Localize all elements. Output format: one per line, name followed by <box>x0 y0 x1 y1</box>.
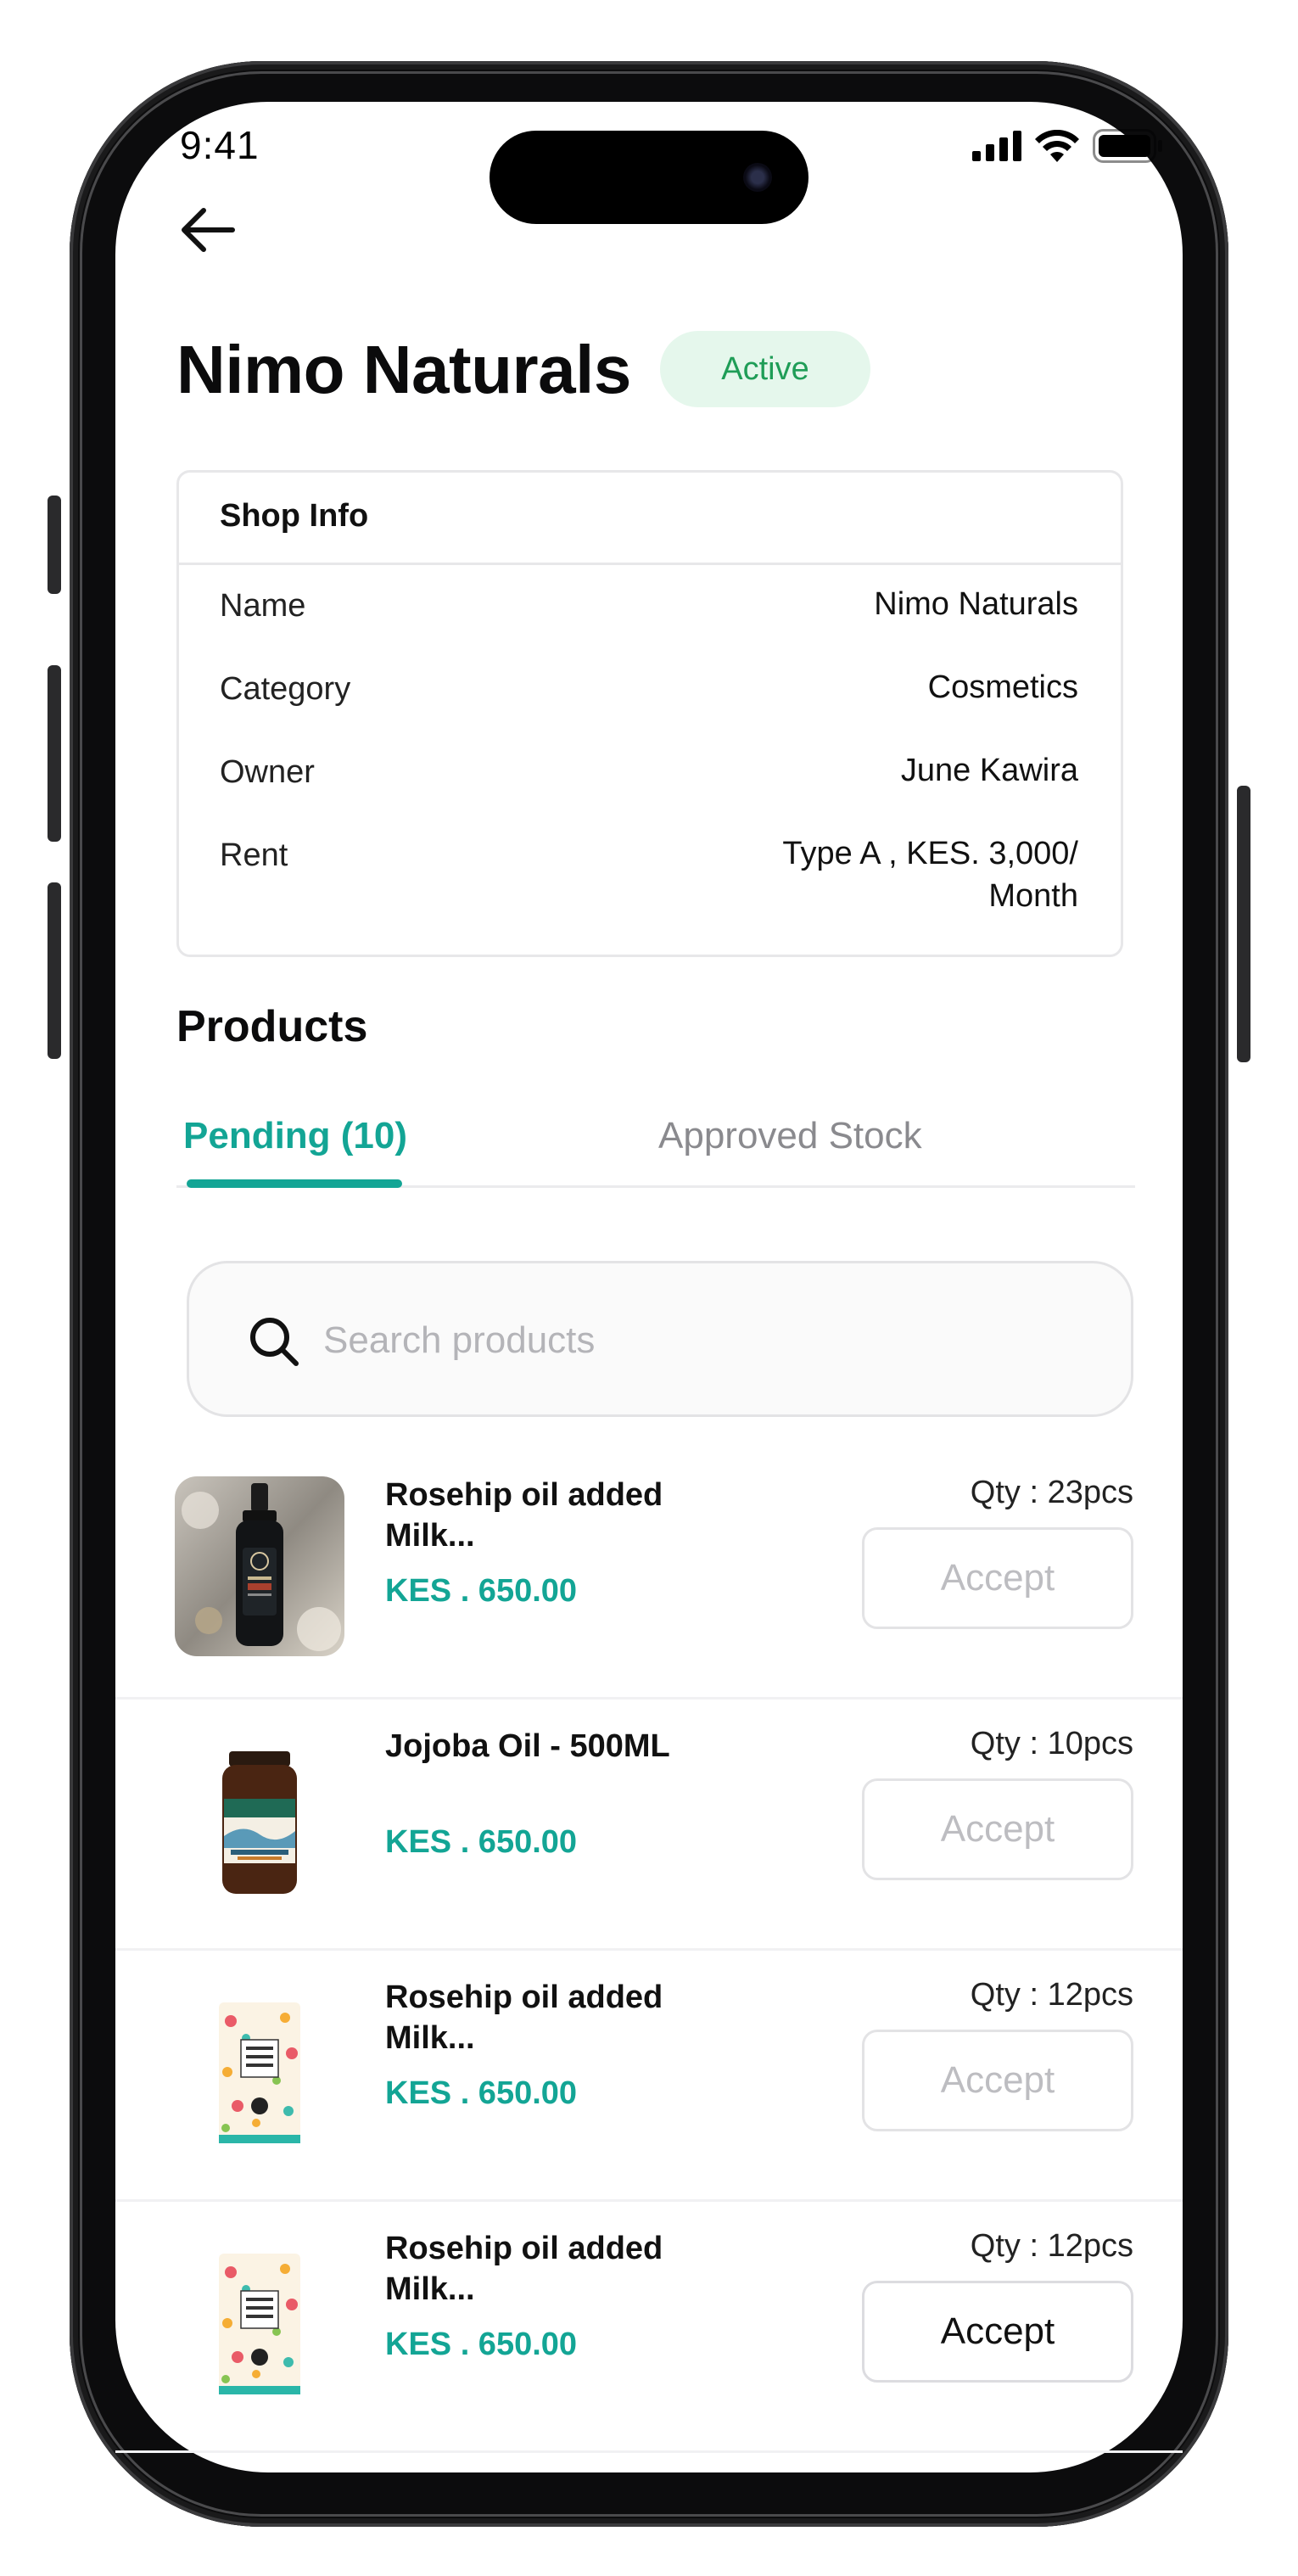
battery-icon <box>1093 129 1162 163</box>
page-title: Nimo Naturals <box>176 332 631 407</box>
product-name-line2: Milk... <box>385 2020 475 2056</box>
status-time: 9:41 <box>180 123 260 167</box>
products-heading: Products <box>176 1002 368 1051</box>
shop-owner-label: Owner <box>220 754 315 790</box>
accept-button[interactable]: Accept <box>862 1527 1133 1629</box>
product-name: Jojoba Oil - 500ML <box>385 1726 741 1767</box>
wifi-icon <box>1035 130 1079 162</box>
product-name: Rosehip oil added Milk... <box>385 1475 741 1556</box>
shop-rent-value: Type A , KES. 3,000/ Month <box>782 832 1078 917</box>
product-quantity: Qty : 12pcs <box>970 1977 1133 2013</box>
search-box[interactable] <box>187 1261 1133 1417</box>
product-name-line2: Milk... <box>385 1518 475 1554</box>
product-price: KES . 650.00 <box>385 1573 578 1609</box>
active-tab-indicator <box>187 1179 402 1188</box>
status-badge: Active <box>660 331 870 407</box>
shop-rent-value-line2: Month <box>988 878 1078 914</box>
product-price: KES . 650.00 <box>385 2327 578 2362</box>
shop-category-value: Cosmetics <box>927 669 1078 705</box>
accept-button[interactable]: Accept <box>862 1778 1133 1880</box>
product-name: Rosehip oil added Milk... <box>385 1977 741 2058</box>
product-row[interactable]: Rosehip oil added Milk... KES . 650.00 Q… <box>115 2199 1183 2453</box>
product-price: KES . 650.00 <box>385 2075 578 2111</box>
search-input[interactable] <box>322 1306 1071 1375</box>
tab-pending[interactable]: Pending (10) <box>183 1115 407 1157</box>
power-button <box>1237 786 1250 1062</box>
shop-category-label: Category <box>220 671 351 707</box>
product-quantity: Qty : 12pcs <box>970 2228 1133 2264</box>
shop-rent-value-line1: Type A , KES. 3,000/ <box>782 836 1078 871</box>
product-image-sugar-pouch <box>175 2230 344 2410</box>
product-price: KES . 650.00 <box>385 1824 578 1860</box>
product-name-line1: Rosehip oil added <box>385 1477 663 1513</box>
shop-name-label: Name <box>220 588 306 624</box>
action-button <box>48 496 61 594</box>
product-row[interactable]: Rosehip oil added Milk... KES . 650.00 Q… <box>115 1446 1183 1700</box>
accept-button[interactable]: Accept <box>862 2030 1133 2131</box>
tab-approved-stock[interactable]: Approved Stock <box>658 1115 922 1157</box>
shop-info-header: Shop Info <box>179 473 1121 565</box>
shop-rent-label: Rent <box>220 837 288 873</box>
shop-name-value: Nimo Naturals <box>874 586 1078 622</box>
product-image-sugar-pouch <box>175 1979 344 2159</box>
product-name-line1: Rosehip oil added <box>385 2231 663 2266</box>
product-name-line1: Jojoba Oil - 500ML <box>385 1728 670 1764</box>
volume-up-button <box>48 665 61 842</box>
volume-down-button <box>48 882 61 1059</box>
product-image-serum-bottle <box>175 1476 344 1656</box>
product-row[interactable]: Rosehip oil added Milk... KES . 650.00 Q… <box>115 1948 1183 2202</box>
product-image-supplement-jar <box>175 1728 344 1907</box>
product-quantity: Qty : 23pcs <box>970 1475 1133 1510</box>
status-icons <box>972 129 1162 163</box>
product-row[interactable]: Jojoba Oil - 500ML KES . 650.00 Qty : 10… <box>115 1697 1183 1951</box>
cellular-signal-icon <box>972 131 1021 161</box>
product-quantity: Qty : 10pcs <box>970 1726 1133 1761</box>
product-name-line1: Rosehip oil added <box>385 1980 663 2015</box>
search-icon <box>250 1318 299 1366</box>
product-name: Rosehip oil added Milk... <box>385 2228 741 2310</box>
back-arrow-icon[interactable] <box>178 200 238 260</box>
shop-info-heading: Shop Info <box>220 498 369 534</box>
front-camera <box>743 163 772 192</box>
accept-button[interactable]: Accept <box>862 2281 1133 2383</box>
shop-owner-value: June Kawira <box>900 753 1078 788</box>
product-name-line2: Milk... <box>385 2271 475 2307</box>
shop-info-card: Shop Info Name Nimo Naturals Category Co… <box>176 470 1123 957</box>
